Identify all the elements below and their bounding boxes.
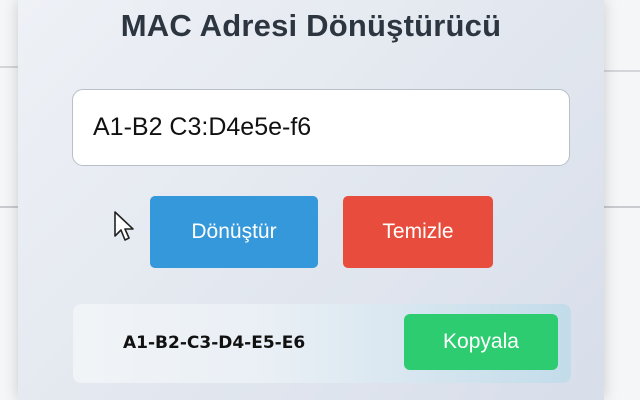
result-box: A1-B2-C3-D4-E5-E6 Kopyala	[73, 304, 571, 383]
result-mac-text: A1-B2-C3-D4-E5-E6	[123, 333, 306, 353]
background-divider	[604, 70, 640, 72]
mac-address-input[interactable]	[72, 89, 570, 166]
mouse-pointer-icon	[114, 211, 134, 241]
converter-panel: MAC Adresi Dönüştürücü Dönüştür Temizle …	[18, 0, 604, 400]
background-divider	[0, 66, 18, 68]
page-title: MAC Adresi Dönüştürücü	[120, 8, 502, 43]
clear-button[interactable]: Temizle	[343, 196, 493, 268]
background-divider	[0, 206, 18, 208]
page: MAC Adresi Dönüştürücü Dönüştür Temizle …	[0, 0, 640, 400]
convert-button[interactable]: Dönüştür	[150, 196, 318, 268]
background-divider	[604, 206, 640, 208]
copy-button[interactable]: Kopyala	[404, 314, 558, 370]
